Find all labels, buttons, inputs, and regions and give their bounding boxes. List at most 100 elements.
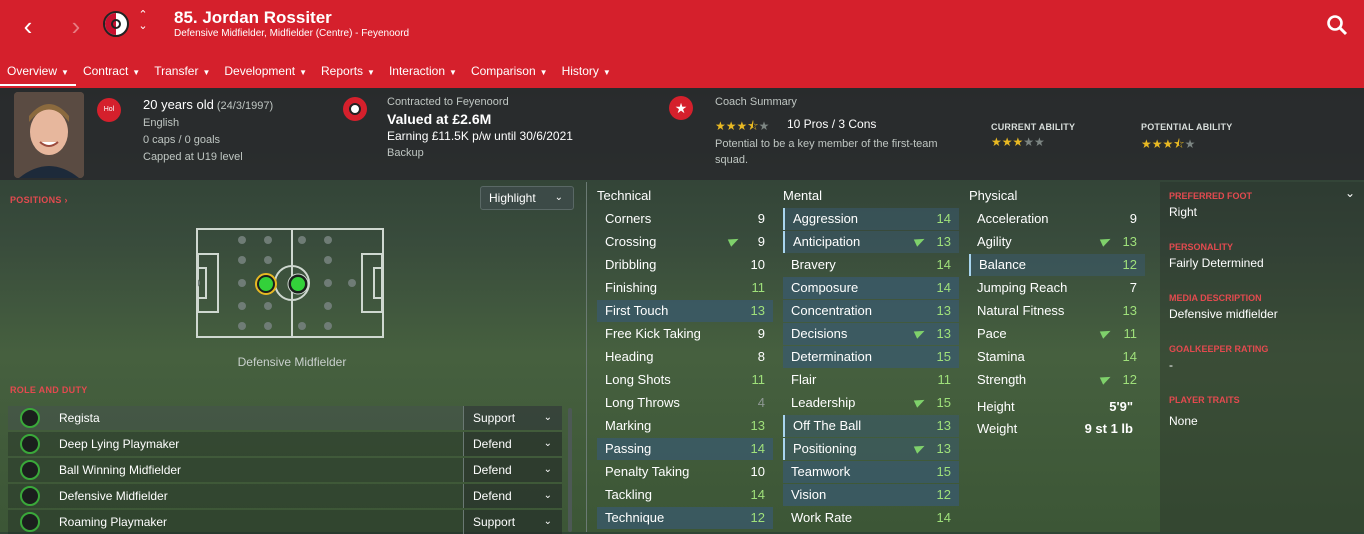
roles-scrollbar[interactable] — [568, 408, 572, 532]
attribute-name: Teamwork — [791, 464, 851, 479]
attribute-value: 14 — [750, 487, 765, 502]
attribute-row[interactable]: Anticipation 13 — [783, 231, 959, 253]
tab-comparison[interactable]: Comparison ▼ — [464, 58, 555, 86]
attribute-row[interactable]: Concentration 13 — [783, 300, 959, 322]
attribute-row[interactable]: Acceleration 9 — [969, 208, 1145, 230]
attribute-row[interactable]: Passing 14 — [597, 438, 773, 460]
attribute-row[interactable]: Leadership 15 — [783, 392, 959, 414]
divider — [586, 182, 587, 532]
attribute-row[interactable]: Balance 12 — [969, 254, 1145, 276]
attribute-row[interactable]: Off The Ball 13 — [783, 415, 959, 437]
attribute-name: Work Rate — [791, 510, 853, 525]
coach-summary: Potential to be a key member of the firs… — [715, 138, 938, 166]
tab-transfer[interactable]: Transfer ▼ — [147, 58, 217, 86]
attribute-row[interactable]: Positioning 13 — [783, 438, 959, 460]
tab-interaction[interactable]: Interaction ▼ — [382, 58, 464, 86]
attribute-row[interactable]: Free Kick Taking 9 — [597, 323, 773, 345]
attribute-name: Passing — [605, 441, 652, 456]
attribute-value: 8 — [757, 349, 765, 364]
physical-header: Physical — [969, 188, 1018, 203]
duty-dropdown[interactable]: Defend ⌄ — [463, 458, 562, 482]
attribute-row[interactable]: Composure 14 — [783, 277, 959, 299]
attribute-row[interactable]: Corners 9 — [597, 208, 773, 230]
player-switch-icon[interactable]: ⌃ ⌄ — [137, 10, 149, 32]
tab-contract[interactable]: Contract ▼ — [76, 58, 147, 86]
attribute-row[interactable]: Technique 12 — [597, 507, 773, 529]
attribute-row[interactable]: Bravery 14 — [783, 254, 959, 276]
attribute-row[interactable]: Tackling 14 — [597, 484, 773, 506]
chevron-down-icon: ⌄ — [543, 464, 552, 475]
chevron-down-icon: ⌄ — [543, 438, 552, 449]
attribute-row[interactable]: Marking 13 — [597, 415, 773, 437]
duty-dropdown[interactable]: Support ⌄ — [463, 510, 562, 534]
attribute-row[interactable]: Natural Fitness 13 — [969, 300, 1145, 322]
attribute-row[interactable]: Long Shots 11 — [597, 369, 773, 391]
positions-link[interactable]: POSITIONS › — [10, 195, 68, 205]
role-row[interactable]: Defensive Midfielder Defend ⌄ — [8, 484, 562, 508]
attribute-row[interactable]: Heading 8 — [597, 346, 773, 368]
personality: Fairly Determined — [1169, 256, 1264, 270]
page-title: 85. Jordan Rossiter — [174, 8, 332, 27]
attribute-row[interactable]: Determination 15 — [783, 346, 959, 368]
collapse-chevron-icon[interactable]: ⌄ — [1345, 186, 1355, 200]
player-bio: 20 years old (24/3/1997) English 0 caps … — [143, 96, 273, 166]
role-row[interactable]: Ball Winning Midfielder Defend ⌄ — [8, 458, 562, 482]
duty-dropdown[interactable]: Support ⌄ — [463, 406, 562, 430]
tab-reports[interactable]: Reports ▼ — [314, 58, 382, 86]
attribute-row[interactable]: Aggression 14 — [783, 208, 959, 230]
highlight-dropdown[interactable]: Highlight ⌄ — [480, 186, 574, 210]
attribute-value: 7 — [1129, 280, 1137, 295]
search-icon[interactable] — [1326, 14, 1348, 36]
attribute-value: 12 — [1122, 257, 1137, 272]
capped-level: Capped at U19 level — [143, 151, 243, 163]
forward-icon[interactable]: › — [64, 13, 88, 39]
duty-dropdown[interactable]: Defend ⌄ — [463, 484, 562, 508]
role-name: Ball Winning Midfielder — [59, 463, 182, 477]
attribute-row[interactable]: Stamina 14 — [969, 346, 1145, 368]
role-row[interactable]: Regista Support ⌄ — [8, 406, 562, 430]
attribute-value: 13 — [936, 418, 951, 433]
attribute-row[interactable]: Finishing 11 — [597, 277, 773, 299]
tab-history[interactable]: History ▼ — [555, 58, 618, 86]
coach-rating-stars: ★★★⯪★ — [715, 119, 770, 133]
attribute-row[interactable]: Dribbling 10 — [597, 254, 773, 276]
player-traits-label: PLAYER TRAITS — [1169, 395, 1240, 405]
attribute-row[interactable]: Long Throws 4 — [597, 392, 773, 414]
attribute-name: Technique — [605, 510, 665, 525]
attribute-name: Off The Ball — [793, 418, 862, 433]
player-value[interactable]: Valued at £2.6M — [387, 111, 573, 128]
attribute-row[interactable]: Jumping Reach 7 — [969, 277, 1145, 299]
attribute-row[interactable]: First Touch 13 — [597, 300, 773, 322]
role-row[interactable]: Roaming Playmaker Support ⌄ — [8, 510, 562, 534]
attribute-row[interactable]: Teamwork 15 — [783, 461, 959, 483]
attribute-value: 13 — [1122, 303, 1137, 318]
page-subtitle: Defensive Midfielder, Midfielder (Centre… — [174, 28, 410, 39]
attribute-row[interactable]: Strength 12 — [969, 369, 1145, 391]
role-row[interactable]: Deep Lying Playmaker Defend ⌄ — [8, 432, 562, 456]
back-icon[interactable]: ‹ — [16, 13, 40, 39]
attribute-row[interactable]: Agility 13 — [969, 231, 1145, 253]
attribute-row[interactable]: Flair 11 — [783, 369, 959, 391]
attribute-row[interactable]: Crossing 9 — [597, 231, 773, 253]
trend-up-icon — [913, 235, 927, 247]
attribute-name: Tackling — [605, 487, 652, 502]
attribute-row[interactable]: Pace 11 — [969, 323, 1145, 345]
role-icon — [20, 408, 40, 428]
attribute-value: 11 — [751, 280, 766, 295]
attribute-value: 9 — [757, 326, 765, 341]
role-duty-label: ROLE AND DUTY — [10, 385, 88, 395]
club-crest-icon[interactable] — [103, 11, 129, 37]
pros-cons[interactable]: 10 Pros / 3 Cons — [787, 116, 876, 133]
top-bar: ‹ › ⌃ ⌄ 85. Jordan Rossiter Defensive Mid… — [0, 0, 1364, 88]
current-ability-stars: ★★★★★ — [991, 135, 1045, 149]
attribute-row[interactable]: Work Rate 14 — [783, 507, 959, 529]
attribute-row[interactable]: Vision 12 — [783, 484, 959, 506]
attribute-name: Aggression — [793, 211, 859, 226]
tab-development[interactable]: Development ▼ — [217, 58, 314, 86]
duty-dropdown[interactable]: Defend ⌄ — [463, 432, 562, 456]
attribute-row[interactable]: Penalty Taking 10 — [597, 461, 773, 483]
tab-overview[interactable]: Overview ▼ — [0, 58, 76, 86]
attribute-row[interactable]: Decisions 13 — [783, 323, 959, 345]
attribute-value: 14 — [1122, 349, 1137, 364]
attribute-name: Pace — [977, 326, 1007, 341]
